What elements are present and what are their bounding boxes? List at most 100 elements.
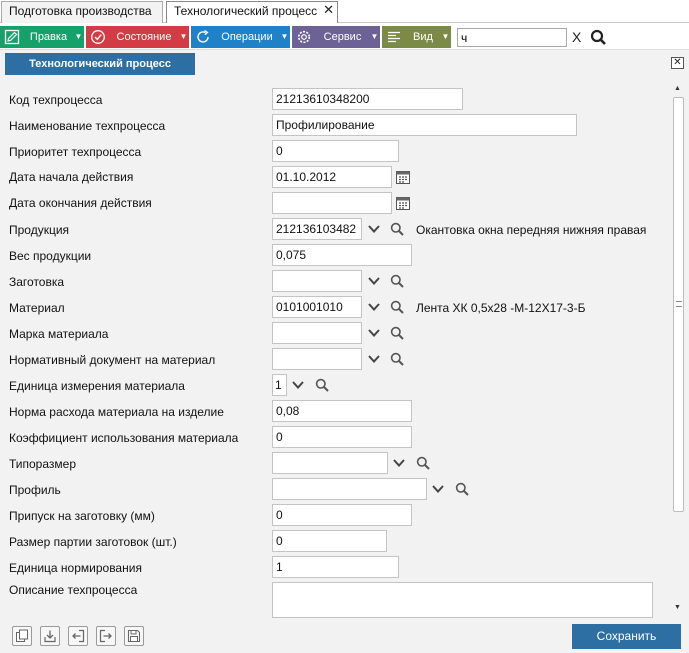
list-icon — [382, 26, 406, 48]
chevron-down-icon: ▼ — [441, 32, 450, 41]
field-label: Размер партии заготовок (шт.) — [9, 535, 177, 549]
field-label: Описание техпроцесса — [9, 583, 138, 597]
field-label: Код техпроцесса — [9, 93, 103, 107]
field-label: Марка материала — [9, 327, 109, 341]
service-menu-label: Сервис — [323, 31, 362, 43]
panel-close-icon[interactable]: ✕ — [671, 57, 684, 69]
view-menu-button[interactable]: Вид ▼ — [382, 26, 451, 48]
chevron-down-icon[interactable] — [367, 301, 381, 313]
search-icon[interactable] — [455, 482, 469, 496]
chevron-down-icon: ▼ — [179, 32, 188, 41]
chevron-down-icon[interactable] — [431, 483, 445, 495]
copy-button[interactable] — [12, 626, 32, 646]
edit-menu-button[interactable]: Правка ▼ — [0, 26, 84, 48]
search-input[interactable] — [457, 28, 567, 47]
product-input[interactable]: 212136103482 — [272, 218, 362, 240]
export-icon — [99, 629, 112, 643]
panel-title: Технологический процесс — [5, 53, 195, 75]
search-icon[interactable] — [416, 456, 430, 470]
tab-tech-process[interactable]: Технологический процесс ✕ — [166, 1, 338, 23]
scroll-up-icon[interactable]: ▲ — [674, 85, 681, 92]
profile-input[interactable] — [272, 478, 427, 500]
search-icon[interactable] — [390, 222, 404, 236]
chevron-down-icon[interactable] — [367, 327, 381, 339]
search-icon[interactable] — [390, 352, 404, 366]
material-standard-input[interactable] — [272, 348, 362, 370]
field-label: Припуск на заготовку (мм) — [9, 509, 155, 523]
toolbar: Правка ▼ Состояние ▼ Операции ▼ Сервис ▼… — [0, 26, 689, 48]
search-icon[interactable] — [590, 29, 607, 49]
field-label: Наименование техпроцесса — [9, 119, 166, 133]
process-code-input[interactable]: 21213610348200 — [272, 88, 463, 110]
service-menu-button[interactable]: Сервис ▼ — [292, 26, 380, 48]
tab-label: Подготовка производства — [9, 4, 152, 18]
blank-input[interactable] — [272, 270, 362, 292]
back-icon — [72, 629, 85, 643]
state-menu-label: Состояние — [116, 31, 172, 43]
field-label: Вес продукции — [9, 249, 92, 263]
copy-icon — [16, 629, 28, 642]
edit-icon — [0, 26, 24, 48]
import-button[interactable] — [40, 626, 60, 646]
chevron-down-icon: ▼ — [370, 32, 379, 41]
chevron-down-icon[interactable] — [392, 457, 406, 469]
process-name-input[interactable]: Профилирование — [272, 114, 577, 136]
field-label: Дата начала действия — [9, 170, 134, 184]
field-label: Материал — [9, 301, 65, 315]
utilization-coefficient-input[interactable]: 0 — [272, 426, 412, 448]
scroll-thumb[interactable] — [673, 97, 684, 512]
back-button[interactable] — [68, 626, 88, 646]
gear-icon — [292, 26, 316, 48]
save-button[interactable]: Сохранить — [572, 624, 681, 649]
calendar-icon[interactable] — [395, 169, 411, 185]
unit-select[interactable]: 1 — [272, 374, 287, 396]
search-icon[interactable] — [390, 326, 404, 340]
start-date-input[interactable]: 01.10.2012 — [272, 166, 392, 188]
chevron-down-icon[interactable] — [291, 379, 305, 391]
save-disk-button[interactable] — [124, 626, 144, 646]
norm-unit-input[interactable]: 1 — [272, 556, 399, 578]
batch-size-input[interactable]: 0 — [272, 530, 387, 552]
clear-search-button[interactable]: X — [572, 28, 581, 47]
allowance-input[interactable]: 0 — [272, 504, 412, 526]
state-menu-button[interactable]: Состояние ▼ — [86, 26, 189, 48]
operations-menu-label: Операции — [221, 31, 273, 43]
search-icon[interactable] — [390, 274, 404, 288]
export-button[interactable] — [96, 626, 116, 646]
chevron-down-icon: ▼ — [74, 32, 83, 41]
view-menu-label: Вид — [413, 31, 433, 43]
consumption-rate-input[interactable]: 0,08 — [272, 400, 412, 422]
tab-close-icon[interactable]: ✕ — [323, 2, 334, 18]
search-icon[interactable] — [315, 378, 329, 392]
description-textarea[interactable] — [272, 582, 653, 618]
field-label: Профиль — [9, 483, 61, 497]
end-date-input[interactable] — [272, 192, 392, 214]
field-label: Единица измерения материала — [9, 379, 185, 393]
operations-menu-button[interactable]: Операции ▼ — [191, 26, 290, 48]
material-input[interactable]: 0101001010 — [272, 296, 362, 318]
check-circle-icon — [86, 26, 110, 48]
priority-input[interactable]: 0 — [272, 140, 399, 162]
field-label: Продукция — [9, 223, 70, 237]
search-icon[interactable] — [390, 300, 404, 314]
tab-bar: Подготовка производства Технологический … — [0, 0, 689, 23]
chevron-down-icon[interactable] — [367, 275, 381, 287]
edit-menu-label: Правка — [29, 31, 68, 43]
material-description: Лента ХК 0,5х28 -М-12Х17-3-Б — [416, 301, 586, 315]
size-type-input[interactable] — [272, 452, 388, 474]
field-label: Норма расхода материала на изделие — [9, 405, 224, 419]
chevron-down-icon[interactable] — [367, 223, 381, 235]
import-icon — [44, 630, 56, 643]
vertical-scrollbar[interactable]: ▲ ▼ — [672, 85, 685, 615]
tab-production-prep[interactable]: Подготовка производства — [1, 1, 163, 23]
chevron-down-icon[interactable] — [367, 353, 381, 365]
tab-label: Технологический процесс — [174, 4, 318, 18]
save-disk-icon — [127, 629, 141, 643]
material-grade-input[interactable] — [272, 322, 362, 344]
calendar-icon[interactable] — [395, 195, 411, 211]
field-label: Типоразмер — [9, 457, 76, 471]
field-label: Дата окончания действия — [9, 196, 152, 210]
scroll-down-icon[interactable]: ▼ — [674, 604, 681, 611]
product-weight-input[interactable]: 0,075 — [272, 244, 412, 266]
field-label: Нормативный документ на материал — [9, 353, 216, 367]
